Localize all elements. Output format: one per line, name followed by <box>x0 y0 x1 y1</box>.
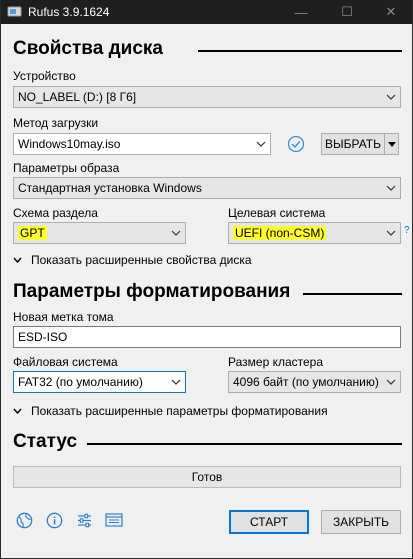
info-icon <box>46 512 62 528</box>
select-image-button[interactable]: ВЫБРАТЬ <box>321 133 385 155</box>
drive-properties-title: Свойства диска <box>13 38 163 59</box>
filesystem-label: Файловая система <box>13 355 118 369</box>
close-button[interactable]: ЗАКРЫТЬ <box>321 510 401 534</box>
volume-label-value: ESD-ISO <box>18 330 68 344</box>
advanced-drive-toggle[interactable]: Показать расширенные свойства диска <box>13 253 252 267</box>
target-system-help-icon[interactable]: ? <box>404 225 410 236</box>
partition-scheme-select[interactable]: GPT <box>13 222 186 244</box>
format-options-title: Параметры форматирования <box>13 281 291 302</box>
image-options-label: Параметры образа <box>13 161 120 175</box>
advanced-drive-label: Показать расширенные свойства диска <box>31 253 252 267</box>
section-divider <box>87 443 402 445</box>
minimize-icon: — <box>294 4 308 20</box>
format-options-heading: Параметры форматирования <box>13 281 290 303</box>
chevron-down-icon <box>382 379 400 385</box>
drive-properties-heading: Свойства диска <box>13 38 163 60</box>
log-button[interactable] <box>105 511 123 529</box>
rufus-app-icon <box>7 6 22 17</box>
volume-label-label: Новая метка тома <box>13 310 114 324</box>
select-split-button[interactable]: ВЫБРАТЬ <box>321 133 399 155</box>
status-progress-bar: Готов <box>13 466 401 488</box>
partition-scheme-value: GPT <box>18 226 47 240</box>
chevron-down-icon <box>252 141 270 147</box>
device-select[interactable]: NO_LABEL (D:) [8 Г6] <box>13 86 401 108</box>
device-value: NO_LABEL (D:) [8 Г6] <box>18 90 137 104</box>
start-button[interactable]: СТАРТ <box>229 510 309 534</box>
select-image-label: ВЫБРАТЬ <box>325 137 381 151</box>
close-icon: ✕ <box>385 4 397 19</box>
section-divider <box>198 50 402 52</box>
chevron-down-icon <box>382 185 400 191</box>
check-hash-icon[interactable] <box>287 135 305 153</box>
settings-button[interactable] <box>75 511 93 529</box>
target-system-label: Целевая система <box>228 206 326 220</box>
partition-scheme-label: Схема раздела <box>13 206 98 220</box>
target-system-value: UEFI (non-CSM) <box>233 226 327 240</box>
boot-method-label: Метод загрузки <box>13 116 99 130</box>
status-title: Статус <box>13 431 78 452</box>
about-button[interactable] <box>45 511 63 529</box>
chevron-down-icon <box>382 94 400 100</box>
cluster-size-select[interactable]: 4096 байт (по умолчанию) <box>228 371 401 393</box>
cluster-size-value: 4096 байт (по умолчанию) <box>233 375 379 389</box>
chevron-down-icon <box>382 230 400 236</box>
advanced-format-label: Показать расширенные параметры форматиро… <box>31 404 328 418</box>
select-dropdown-button[interactable] <box>385 133 399 155</box>
log-icon <box>105 513 123 527</box>
status-text: Готов <box>191 470 223 484</box>
globe-icon <box>16 512 32 528</box>
chevron-down-icon <box>167 230 185 236</box>
rufus-window: Rufus 3.9.1624 — ☐ ✕ Свойства диска Устр… <box>0 0 413 559</box>
status-bar <box>1 549 412 558</box>
title-bar[interactable]: Rufus 3.9.1624 — ☐ ✕ <box>1 0 412 24</box>
chevron-down-icon <box>13 408 27 414</box>
device-label: Устройство <box>13 69 76 83</box>
boot-method-select[interactable]: Windows10may.iso <box>13 133 271 155</box>
chevron-down-icon <box>167 379 185 385</box>
close-window-button[interactable]: ✕ <box>368 0 412 24</box>
minimize-button[interactable]: — <box>278 0 324 24</box>
boot-method-value: Windows10may.iso <box>18 137 121 151</box>
section-divider <box>303 293 402 295</box>
start-button-label: СТАРТ <box>250 515 288 529</box>
image-options-value: Стандартная установка Windows <box>18 181 202 195</box>
close-button-label: ЗАКРЫТЬ <box>332 515 390 529</box>
settings-sliders-icon <box>77 513 91 527</box>
filesystem-value: FAT32 (по умолчанию) <box>18 375 143 389</box>
chevron-down-icon <box>387 141 396 147</box>
target-system-select[interactable]: UEFI (non-CSM) <box>228 222 401 244</box>
filesystem-select[interactable]: FAT32 (по умолчанию) <box>13 371 186 393</box>
language-button[interactable] <box>15 511 33 529</box>
cluster-size-label: Размер кластера <box>228 355 324 369</box>
image-options-select[interactable]: Стандартная установка Windows <box>13 177 401 199</box>
maximize-icon: ☐ <box>341 4 353 19</box>
advanced-format-toggle[interactable]: Показать расширенные параметры форматиро… <box>13 404 328 418</box>
window-title: Rufus 3.9.1624 <box>28 5 110 19</box>
chevron-down-icon <box>13 257 27 263</box>
status-heading: Статус <box>13 431 77 453</box>
maximize-button[interactable]: ☐ <box>324 0 370 24</box>
volume-label-input[interactable]: ESD-ISO <box>13 326 401 348</box>
